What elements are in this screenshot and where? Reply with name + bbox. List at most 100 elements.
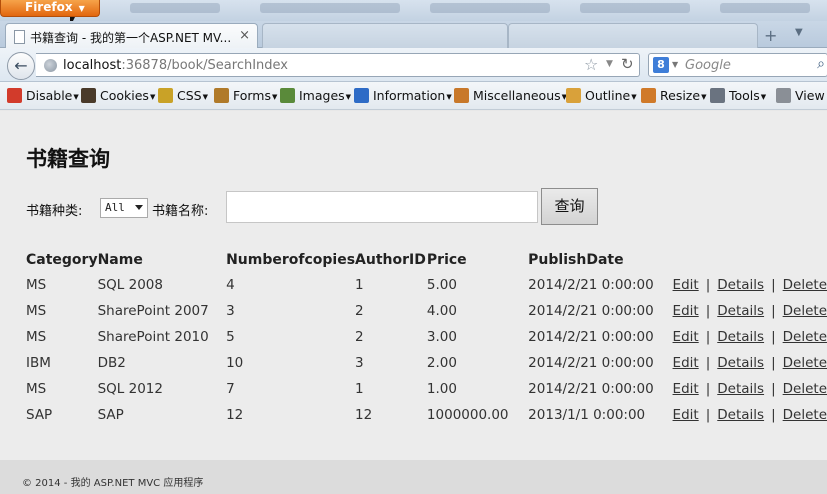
details-link[interactable]: Details (717, 303, 764, 319)
link-separator: | (771, 303, 776, 319)
search-icon[interactable]: ⌕ (817, 56, 825, 72)
table-row: SAP SAP 12 12 1000000.00 2013/1/1 0:00:00 Edit… (26, 402, 827, 428)
toolbar-menu-resize[interactable]: Resize▼ (641, 88, 706, 103)
cookies-icon (81, 88, 96, 103)
cell-category: MS (26, 329, 47, 345)
category-select[interactable]: All (100, 198, 148, 218)
name-label: 书籍名称: (152, 204, 209, 219)
new-tab-icon[interactable]: + (764, 26, 777, 45)
site-identity-icon[interactable] (44, 59, 57, 72)
edit-link[interactable]: Edit (673, 355, 699, 371)
chevron-down-icon: ▼ (78, 4, 85, 13)
toolbar-menu-images[interactable]: Images▼ (280, 88, 351, 103)
toolbar-menu-css[interactable]: CSS▼ (158, 88, 208, 103)
toolbar-menu-miscellaneous[interactable]: Miscellaneous▼ (454, 88, 567, 103)
page-content: 书籍查询 书籍种类: All 书籍名称: 查询 Category Name Nu… (0, 111, 827, 460)
cell-price: 5.00 (426, 277, 457, 293)
details-link[interactable]: Details (717, 329, 764, 345)
tab-title: 书籍查询 - 我的第一个ASP.NET MV... (30, 31, 232, 45)
chevron-down-icon: ▼ (631, 93, 637, 101)
cell-category: MS (26, 381, 47, 397)
information-icon (354, 88, 369, 103)
link-separator: | (705, 407, 711, 423)
table-row: MS SharePoint 2007 3 2 4.00 2014/2/21 0:00:00… (26, 298, 827, 324)
query-button[interactable]: 查询 (541, 188, 598, 225)
bookmark-star-icon[interactable]: ☆ (584, 55, 598, 74)
cell-publish-date: 2014/2/21 0:00:00 (528, 277, 654, 293)
toolbar-menu-outline[interactable]: Outline▼ (566, 88, 637, 103)
book-name-input[interactable] (226, 191, 538, 223)
search-engine-dropdown-icon[interactable]: ▼ (672, 60, 678, 69)
web-developer-toolbar: Disable▼ Cookies▼ CSS▼ Forms▼ Images▼ Informa… (0, 82, 827, 110)
delete-link[interactable]: Delete (783, 303, 827, 319)
toolbar-menu-information[interactable]: Information▼ (354, 88, 452, 103)
table-header-row: Category Name Numberofcopies AuthorID Pr… (26, 248, 827, 272)
toolbar-menu-cookies[interactable]: Cookies▼ (81, 88, 155, 103)
delete-link[interactable]: Delete (783, 355, 827, 371)
delete-link[interactable]: Delete (783, 329, 827, 345)
firefox-menu-label: Firefox (25, 0, 73, 14)
details-link[interactable]: Details (717, 355, 764, 371)
toolbar-menu-forms[interactable]: Forms▼ (214, 88, 277, 103)
category-label: 书籍种类: (26, 204, 83, 219)
view-source-icon (776, 88, 791, 103)
tab-book-search[interactable]: 书籍查询 - 我的第一个ASP.NET MV... × (5, 23, 258, 48)
firefox-menu-button[interactable]: Firefox ▼ (0, 0, 100, 17)
reload-icon[interactable]: ↻ (621, 55, 634, 73)
delete-link[interactable]: Delete (783, 407, 827, 423)
tab-background[interactable] (262, 23, 508, 48)
delete-link[interactable]: Delete (783, 277, 827, 293)
toolbar-menu-disable[interactable]: Disable▼ (7, 88, 79, 103)
url-bar[interactable]: localhost:36878/book/SearchIndex ☆ ▼ ↻ (36, 53, 640, 77)
details-link[interactable]: Details (717, 381, 764, 397)
cell-price: 1.00 (426, 381, 457, 397)
edit-link[interactable]: Edit (673, 303, 699, 319)
column-header-price: Price (426, 252, 467, 268)
blurred-title-text (580, 3, 690, 13)
tab-background[interactable] (508, 23, 758, 48)
cell-name: SQL 2012 (97, 381, 163, 397)
cell-copies: 7 (226, 381, 235, 397)
url-path: :36878/book/SearchIndex (121, 58, 288, 73)
search-engine-icon[interactable]: 8 (653, 57, 669, 73)
column-header-category: Category (26, 252, 98, 268)
row-actions: Edit | Details | Delete (673, 402, 827, 428)
link-separator: | (771, 355, 776, 371)
cell-category: MS (26, 277, 47, 293)
back-button[interactable]: ← (7, 52, 35, 80)
footer-copyright: © 2014 - 我的 ASP.NET MVC 应用程序 (22, 478, 204, 489)
details-link[interactable]: Details (717, 407, 764, 423)
edit-link[interactable]: Edit (673, 407, 699, 423)
books-table: Category Name Numberofcopies AuthorID Pr… (26, 248, 827, 428)
tab-list-icon[interactable]: ▼ (795, 27, 803, 38)
edit-link[interactable]: Edit (673, 277, 699, 293)
toolbar-menu-tools[interactable]: Tools▼ (710, 88, 766, 103)
cell-copies: 10 (226, 355, 244, 371)
close-tab-icon[interactable]: × (239, 28, 250, 43)
window-titlebar: Firefox ▼ (0, 0, 827, 27)
edit-link[interactable]: Edit (673, 329, 699, 345)
history-dropdown-icon[interactable]: ▼ (606, 59, 613, 69)
url-text[interactable]: localhost:36878/book/SearchIndex (63, 58, 288, 73)
cell-category: MS (26, 303, 47, 319)
cell-price: 3.00 (426, 329, 457, 345)
table-row: MS SQL 2008 4 1 5.00 2014/2/21 0:00:00 Edit | De… (26, 272, 827, 298)
search-bar[interactable]: 8 ▼ Google ⌕ (648, 53, 827, 77)
toolbar-menu-label: CSS (177, 88, 202, 103)
cell-category: SAP (26, 407, 53, 423)
toolbar-menu-view-s[interactable]: View S (776, 88, 827, 103)
details-link[interactable]: Details (717, 277, 764, 293)
toolbar-menu-label: Images (299, 88, 345, 103)
disable-icon (7, 88, 22, 103)
url-host: localhost (63, 58, 122, 73)
column-header-author-id: AuthorID (355, 252, 426, 268)
resize-icon (641, 88, 656, 103)
toolbar-menu-label: Tools (729, 88, 760, 103)
chevron-down-icon: ▼ (149, 93, 156, 101)
table-row: MS SharePoint 2010 5 2 3.00 2014/2/21 0:00:00… (26, 324, 827, 350)
blurred-title-text (430, 3, 550, 13)
edit-link[interactable]: Edit (673, 381, 699, 397)
link-separator: | (771, 329, 776, 345)
cell-price: 1000000.00 (426, 407, 509, 423)
delete-link[interactable]: Delete (783, 381, 827, 397)
